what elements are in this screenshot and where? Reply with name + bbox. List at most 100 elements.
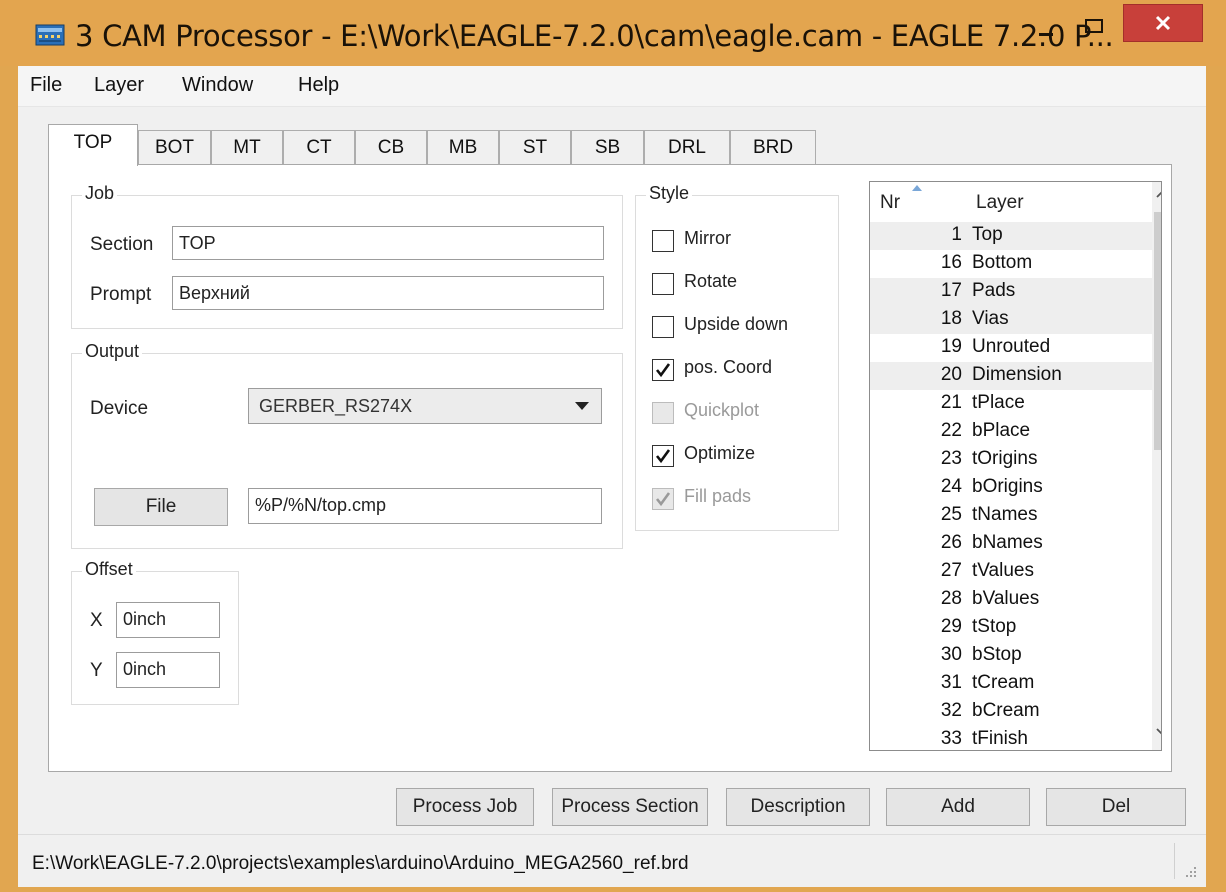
tab-mb[interactable]: MB <box>427 130 499 164</box>
layer-row[interactable]: 18 Vias <box>870 306 1152 334</box>
tab-top[interactable]: TOP <box>48 124 138 166</box>
device-label: Device <box>90 398 149 419</box>
output-group-title: Output <box>82 341 143 362</box>
menu-help[interactable]: Help <box>298 74 339 97</box>
checkmark-icon <box>655 492 671 507</box>
description-button[interactable]: Description <box>726 788 870 826</box>
layer-row[interactable]: 20 Dimension <box>870 362 1152 390</box>
job-group: Job Section TOP Prompt Верхний <box>71 183 623 329</box>
tab-st[interactable]: ST <box>499 130 571 164</box>
layer-name: tPlace <box>972 392 1025 413</box>
tab-cb[interactable]: CB <box>355 130 427 164</box>
layer-number: 26 <box>940 532 962 553</box>
status-file-path: E:\Work\EAGLE-7.2.0\projects\examples\ar… <box>32 853 689 874</box>
layer-name: bCream <box>972 700 1040 721</box>
layer-row[interactable]: 22 bPlace <box>870 418 1152 446</box>
layer-number: 29 <box>940 616 962 637</box>
layer-name: tCream <box>972 672 1035 693</box>
pos-coord-checkbox-box[interactable] <box>652 359 674 381</box>
menu-file[interactable]: File <box>30 74 62 97</box>
status-divider <box>1174 843 1175 879</box>
mirror-checkbox-label: Mirror <box>684 228 731 248</box>
device-select[interactable]: GERBER_RS274X <box>248 388 602 424</box>
layer-row[interactable]: 29 tStop <box>870 614 1152 642</box>
offset-group: Offset X 0inch Y 0inch <box>71 559 239 705</box>
column-nr[interactable]: Nr <box>880 192 900 214</box>
tab-ct[interactable]: CT <box>283 130 355 164</box>
menu-bar: File Layer Window Help <box>18 66 1206 107</box>
layer-name: tNames <box>972 504 1038 525</box>
optimize-checkbox-box[interactable] <box>652 445 674 467</box>
maximize-icon <box>1085 19 1103 33</box>
layer-list-header: Nr Layer <box>870 182 1146 222</box>
close-button[interactable] <box>1123 4 1203 42</box>
layer-list-scroll-thumb[interactable] <box>1154 212 1161 450</box>
layer-number: 21 <box>940 392 962 413</box>
layer-row[interactable]: 30 bStop <box>870 642 1152 670</box>
layer-row[interactable]: 1 Top <box>870 222 1152 250</box>
layer-number: 31 <box>940 672 962 693</box>
add-button[interactable]: Add <box>886 788 1030 826</box>
fill-pads-checkbox-box <box>652 488 674 510</box>
tab-brd[interactable]: BRD <box>730 130 816 164</box>
layer-list[interactable]: Nr Layer 1 Top 16 Bottom 17 Pads 18 Vias 19 Unrou… <box>869 181 1162 751</box>
process-job-button[interactable]: Process Job <box>396 788 534 826</box>
minimize-button[interactable] <box>1029 4 1065 44</box>
layer-name: Vias <box>972 308 1009 329</box>
layer-number: 30 <box>940 644 962 665</box>
sort-ascending-icon <box>912 185 922 191</box>
process-section-button[interactable]: Process Section <box>552 788 708 826</box>
layer-row[interactable]: 16 Bottom <box>870 250 1152 278</box>
offset-y-label: Y <box>90 660 103 681</box>
file-input[interactable]: %P/%N/top.cmp <box>248 488 602 524</box>
layer-row[interactable]: 32 bCream <box>870 698 1152 726</box>
scroll-up-icon[interactable] <box>1156 190 1162 198</box>
section-input[interactable]: TOP <box>172 226 604 260</box>
layer-name: tStop <box>972 616 1017 637</box>
resize-grip-icon[interactable] <box>1184 865 1198 879</box>
layer-row[interactable]: 17 Pads <box>870 278 1152 306</box>
layer-number: 27 <box>940 560 962 581</box>
layer-list-scrollbar[interactable] <box>1152 182 1162 750</box>
layer-row[interactable]: 24 bOrigins <box>870 474 1152 502</box>
title-bar[interactable]: 3 CAM Processor - E:\Work\EAGLE-7.2.0\ca… <box>0 0 1226 66</box>
offset-x-input[interactable]: 0inch <box>116 602 220 638</box>
layer-name: bStop <box>972 644 1022 665</box>
layer-name: bPlace <box>972 420 1031 441</box>
layer-row[interactable]: 19 Unrouted <box>870 334 1152 362</box>
layer-row[interactable]: 27 tValues <box>870 558 1152 586</box>
layer-row[interactable]: 31 tCream <box>870 670 1152 698</box>
offset-y-input[interactable]: 0inch <box>116 652 220 688</box>
layer-row[interactable]: 25 tNames <box>870 502 1152 530</box>
layer-number: 17 <box>940 280 962 301</box>
checkmark-icon <box>655 363 671 378</box>
rotate-checkbox-box[interactable] <box>652 273 674 295</box>
quickplot-checkbox-label: Quickplot <box>684 400 760 420</box>
mirror-checkbox-box[interactable] <box>652 230 674 252</box>
chevron-down-icon <box>575 402 589 410</box>
menu-window[interactable]: Window <box>182 74 253 97</box>
file-button[interactable]: File <box>94 488 228 526</box>
layer-row[interactable]: 23 tOrigins <box>870 446 1152 474</box>
prompt-input[interactable]: Верхний <box>172 276 604 310</box>
tab-bot[interactable]: BOT <box>138 130 211 164</box>
layer-row[interactable]: 28 bValues <box>870 586 1152 614</box>
app-window: 3 CAM Processor - E:\Work\EAGLE-7.2.0\ca… <box>0 0 1226 892</box>
layer-number: 20 <box>940 364 962 385</box>
section-label: Section <box>90 234 154 255</box>
tab-drl[interactable]: DRL <box>644 130 730 164</box>
layer-row[interactable]: 33 tFinish <box>870 726 1152 750</box>
upside-down-checkbox-box[interactable] <box>652 316 674 338</box>
column-layer[interactable]: Layer <box>976 192 1024 214</box>
tab-sb[interactable]: SB <box>571 130 644 164</box>
layer-row[interactable]: 26 bNames <box>870 530 1152 558</box>
layer-row[interactable]: 21 tPlace <box>870 390 1152 418</box>
maximize-button[interactable] <box>1077 4 1113 44</box>
layer-name: bOrigins <box>972 476 1043 497</box>
scroll-down-icon[interactable] <box>1156 728 1162 736</box>
device-select-value: GERBER_RS274X <box>259 396 413 416</box>
prompt-label: Prompt <box>90 284 152 305</box>
tab-mt[interactable]: MT <box>211 130 283 164</box>
menu-layer[interactable]: Layer <box>94 74 144 97</box>
del-button[interactable]: Del <box>1046 788 1186 826</box>
